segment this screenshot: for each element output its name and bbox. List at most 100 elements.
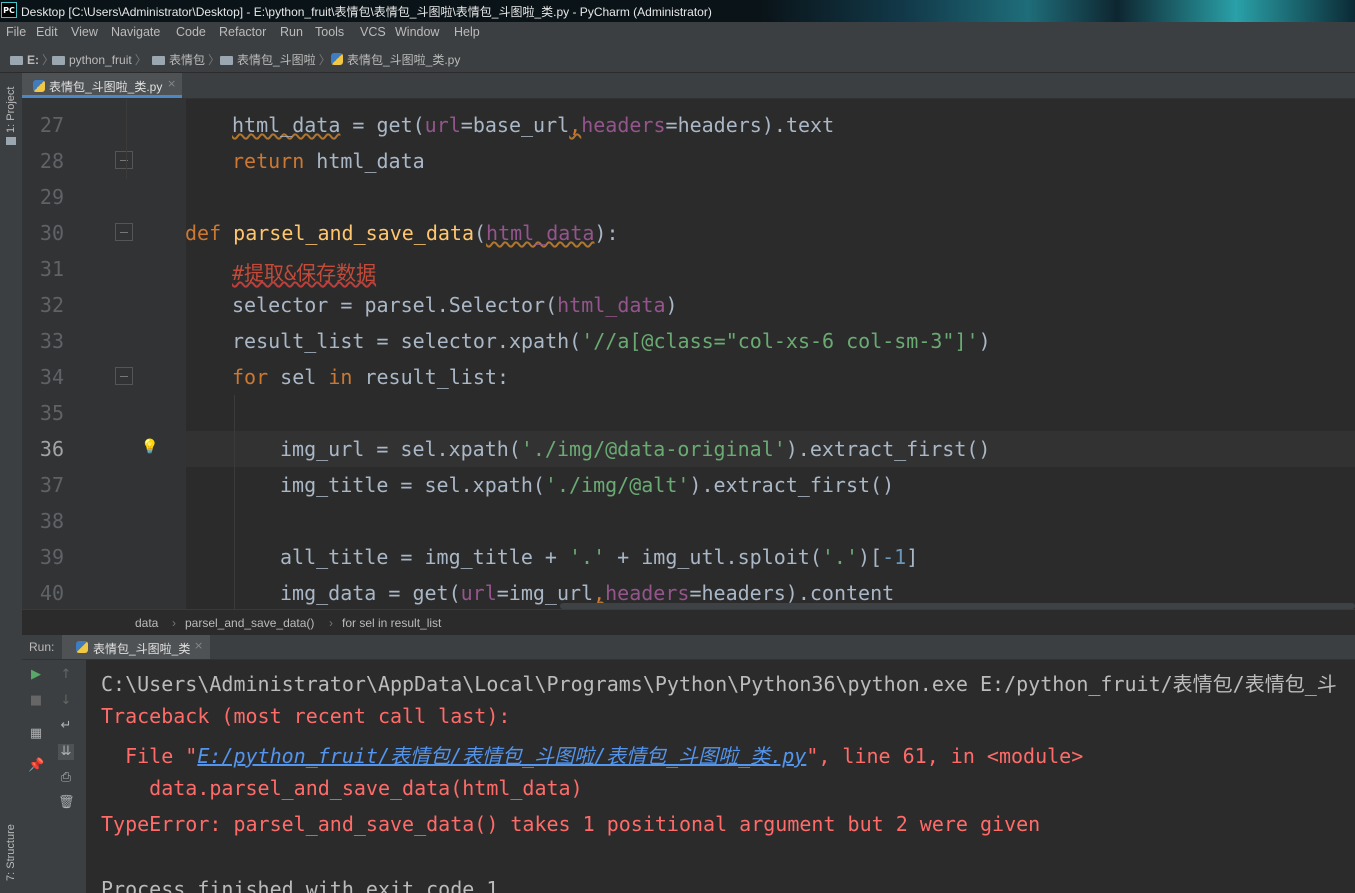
editor-tab-bar: 表情包_斗图啦_类.py ×	[22, 73, 1355, 99]
breadcrumb-for-loop[interactable]: for sel in result_list	[342, 616, 441, 630]
menu-run[interactable]: Run	[280, 25, 303, 39]
token: )	[689, 473, 702, 497]
nav-crumb-file[interactable]: 表情包_斗图啦_类.py	[331, 51, 460, 68]
close-tab-icon[interactable]: ×	[167, 77, 176, 90]
token: ,	[593, 581, 606, 605]
token: )	[594, 221, 607, 245]
token: parsel.Selector	[364, 293, 546, 317]
rerun-icon[interactable]: ▶	[28, 667, 44, 683]
code-line-37: img_title = sel.xpath('./img/@alt').extr…	[280, 473, 894, 497]
breadcrumb-function[interactable]: parsel_and_save_data()	[185, 616, 314, 630]
token: =	[340, 113, 377, 137]
indent-guide	[234, 395, 235, 609]
menu-window[interactable]: Window	[395, 25, 439, 39]
close-run-tab-icon[interactable]: ×	[194, 639, 203, 652]
token: sel.xpath	[400, 437, 509, 461]
stop-icon[interactable]: ■	[28, 693, 44, 709]
nav-crumb-drive[interactable]: E: 〉	[10, 51, 57, 68]
token: headers	[677, 113, 762, 137]
token: )	[978, 329, 991, 353]
layout-icon[interactable]: ▦	[28, 726, 44, 742]
nav-crumb-doutula[interactable]: 表情包_斗图啦〉	[220, 51, 334, 68]
token: :	[496, 365, 509, 389]
nav-crumb-biaoqingbao[interactable]: 表情包〉	[152, 51, 223, 68]
fold-marker-icon[interactable]	[115, 367, 133, 385]
line-number: 38	[39, 509, 64, 533]
token: =	[388, 545, 425, 569]
token: headers	[605, 581, 690, 605]
line-number-current: 36	[39, 437, 64, 461]
pin-icon[interactable]: 📌	[28, 758, 44, 774]
editor-breadcrumb: data › parsel_and_save_data() › for sel …	[22, 609, 1355, 636]
run-tab[interactable]: 表情包_斗图啦_类 ×	[62, 635, 210, 659]
menu-code[interactable]: Code	[176, 25, 206, 39]
soft-wrap-icon[interactable]: ↵	[58, 718, 74, 734]
menu-tools[interactable]: Tools	[315, 25, 344, 39]
nav-crumb-label: 表情包_斗图啦_类.py	[347, 53, 461, 67]
structure-tool-button[interactable]: 7: Structure	[5, 824, 17, 881]
token: html_data	[316, 149, 425, 173]
line-number: 33	[39, 329, 64, 353]
token: .extract_first	[701, 473, 871, 497]
menu-navigate[interactable]: Navigate	[111, 25, 160, 39]
token: selector.xpath	[400, 329, 570, 353]
code-line-27: html_data = get(url=base_url,headers=hea…	[232, 113, 834, 137]
python-run-icon	[76, 641, 88, 653]
print-icon[interactable]: ⎙	[58, 770, 74, 786]
token: '//a[@class="col-xs-6 col-sm-3"]'	[581, 329, 979, 353]
token: '.'	[569, 545, 606, 569]
project-tool-button[interactable]: 1: Project	[5, 87, 17, 133]
line-number: 37	[39, 473, 64, 497]
trash-icon[interactable]: 🗑	[58, 795, 75, 811]
console-line-exit: Process finished with exit code 1	[101, 877, 499, 893]
token: '.'	[821, 545, 858, 569]
editor-tab-label: 表情包_斗图啦_类.py	[49, 80, 163, 94]
token: headers	[581, 113, 666, 137]
menu-view[interactable]: View	[71, 25, 98, 39]
console-line-command: C:\Users\Administrator\AppData\Local\Pro…	[101, 672, 1337, 696]
token: ()	[966, 437, 991, 461]
token: def	[185, 221, 222, 245]
breadcrumb-separator: ›	[329, 616, 333, 630]
token: =	[689, 581, 702, 605]
menu-help[interactable]: Help	[454, 25, 480, 39]
token: [	[870, 545, 883, 569]
token: .content	[797, 581, 895, 605]
token: result_list	[232, 329, 365, 353]
code-editor[interactable]: 27 28 29 30 31 32 33 34 35 36 37 38 39 4…	[22, 99, 1355, 609]
console-line-traceback: Traceback (most recent call last):	[101, 704, 511, 728]
token: .text	[773, 113, 835, 137]
traceback-file-link[interactable]: E:/python_fruit/表情包/表情包_斗图啦/表情包_斗图啦_类.py	[197, 744, 806, 768]
up-arrow-icon[interactable]: ↑	[58, 667, 74, 683]
token: :	[606, 221, 619, 245]
breadcrumb-separator: ›	[172, 616, 176, 630]
fold-marker-icon[interactable]	[115, 151, 133, 169]
menu-edit[interactable]: Edit	[36, 25, 58, 39]
left-tool-stripe: 1: Project 7: Structure	[0, 73, 23, 893]
down-arrow-icon[interactable]: ↓	[58, 693, 74, 709]
token: (	[412, 113, 425, 137]
token: './img/@alt'	[544, 473, 690, 497]
lightbulb-icon[interactable]: 💡	[141, 437, 159, 457]
line-number: 34	[39, 365, 64, 389]
fold-marker-icon[interactable]	[115, 223, 133, 241]
token: )	[761, 113, 774, 137]
token: img_title	[280, 473, 389, 497]
token: =	[388, 473, 425, 497]
editor-tab-active[interactable]: 表情包_斗图啦_类.py ×	[22, 73, 182, 98]
line-number: 28	[39, 149, 64, 173]
breadcrumb-data[interactable]: data	[135, 616, 158, 630]
menu-file[interactable]: File	[6, 25, 26, 39]
run-panel-label: Run:	[29, 640, 55, 654]
menu-vcs[interactable]: VCS	[360, 25, 386, 39]
nav-crumb-label: E:	[27, 53, 39, 67]
token: html_data	[232, 113, 341, 137]
run-console[interactable]: C:\Users\Administrator\AppData\Local\Pro…	[86, 660, 1355, 893]
token: =	[665, 113, 678, 137]
scroll-to-end-icon[interactable]: ⇊	[58, 744, 74, 760]
code-line-32: selector = parsel.Selector(html_data)	[232, 293, 678, 317]
token: sel	[268, 365, 329, 389]
menu-refactor[interactable]: Refactor	[219, 25, 266, 39]
nav-crumb-python-fruit[interactable]: python_fruit 〉	[52, 51, 150, 68]
